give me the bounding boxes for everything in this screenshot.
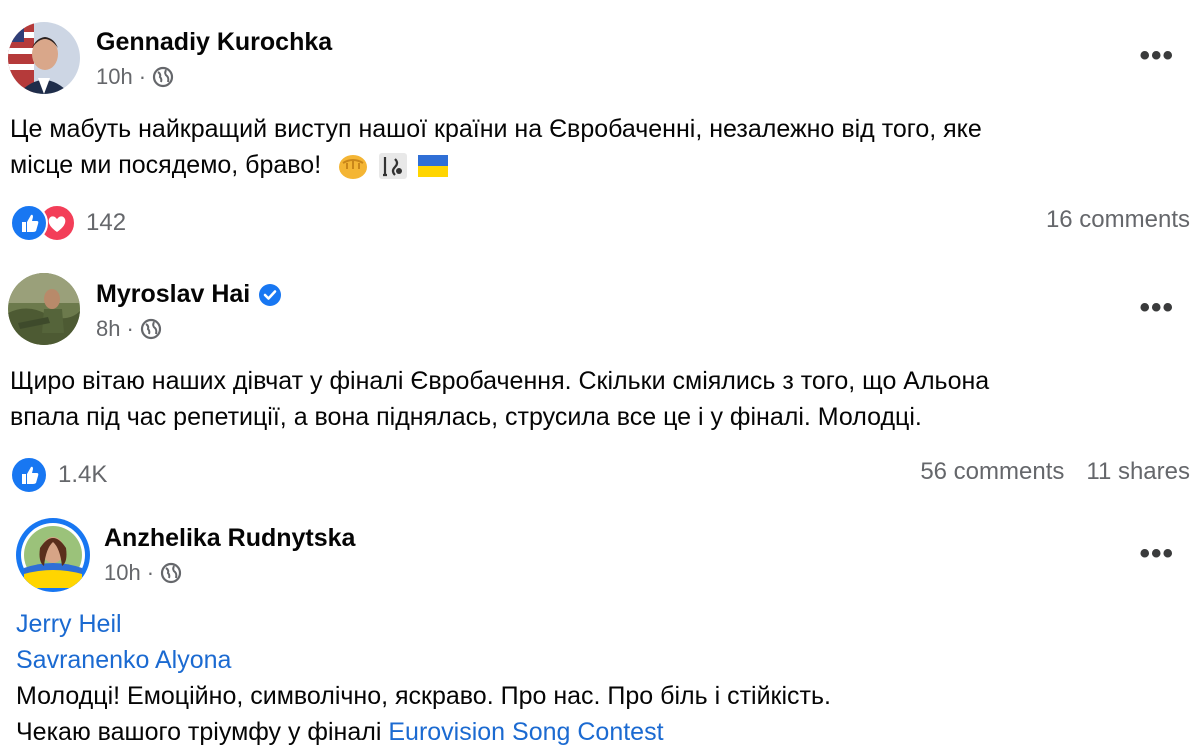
reaction-count[interactable]: 1.4K	[58, 461, 107, 489]
comments-count[interactable]: 16 comments	[1046, 206, 1190, 234]
comments-count[interactable]: 56 comments	[920, 458, 1064, 486]
author-name[interactable]: Myroslav Hai	[96, 280, 282, 309]
post-stats: 56 comments 11 shares	[920, 458, 1190, 486]
post-text-line: Це мабуть найкращий виступ нашої країни …	[10, 115, 982, 143]
post-text-line: Щиро вітаю наших дівчат у фіналі Євробач…	[10, 367, 990, 395]
more-options-button[interactable]: •••	[1139, 41, 1174, 71]
author-name[interactable]: Gennadiy Kurochka	[96, 28, 332, 57]
reaction-summary[interactable]: 142	[10, 204, 126, 242]
post-text-line: Молодці! Емоційно, символічно, яскраво. …	[16, 682, 831, 710]
post-time[interactable]: 10h	[104, 560, 141, 586]
author-name[interactable]: Anzhelika Rudnytska	[104, 524, 355, 553]
meta-separator: ·	[126, 316, 134, 341]
post-time[interactable]: 10h	[96, 64, 133, 90]
fist-emoji-icon	[339, 155, 368, 180]
mention-link-jerry-heil[interactable]: Jerry Heil	[16, 606, 831, 642]
meta-separator: ·	[146, 560, 155, 585]
post-meta: 8h ·	[96, 316, 162, 342]
reaction-summary[interactable]: 1.4K	[10, 456, 107, 494]
globe-icon	[152, 66, 174, 88]
globe-icon	[140, 318, 161, 340]
like-icon	[10, 456, 48, 494]
post-text: Це мабуть найкращий виступ нашої країни …	[10, 111, 982, 183]
music-note-icon	[379, 153, 408, 180]
meta-separator: ·	[138, 64, 147, 89]
post-text: Jerry Heil Savranenko Alyona Молодці! Ем…	[16, 606, 831, 750]
post-time[interactable]: 8h	[96, 316, 120, 342]
verified-badge-icon	[259, 284, 282, 307]
globe-icon	[160, 562, 182, 584]
post-meta: 10h ·	[104, 560, 182, 586]
shares-count[interactable]: 11 shares	[1086, 458, 1190, 486]
post-text-line-2: Чекаю вашого тріумфу у фіналі Eurovision…	[16, 718, 664, 746]
avatar[interactable]	[8, 273, 80, 345]
more-options-button[interactable]: •••	[1139, 293, 1174, 323]
post-stats: 16 comments	[1046, 206, 1190, 234]
more-options-button[interactable]: •••	[1139, 539, 1174, 569]
avatar[interactable]	[8, 22, 80, 94]
post-meta: 10h ·	[96, 64, 174, 90]
like-icon	[10, 204, 48, 242]
mention-link-savranenko-alyona[interactable]: Savranenko Alyona	[16, 642, 831, 678]
post-text-line-2: місце ми посядемо, браво!	[10, 147, 982, 183]
post-text-line-2: впала під час репетиції, а вона піднялас…	[10, 403, 922, 431]
ukraine-flag-icon	[418, 155, 449, 178]
eurovision-link[interactable]: Eurovision Song Contest	[388, 718, 663, 746]
avatar[interactable]	[16, 518, 90, 592]
reaction-count[interactable]: 142	[86, 209, 126, 237]
post-text: Щиро вітаю наших дівчат у фіналі Євробач…	[10, 363, 989, 435]
